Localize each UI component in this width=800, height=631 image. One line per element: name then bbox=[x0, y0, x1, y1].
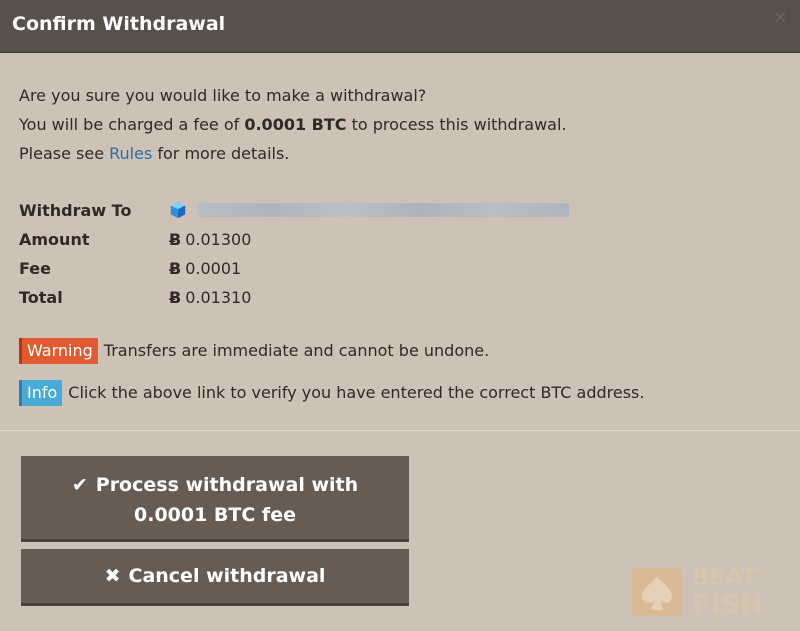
watermark-logo-icon bbox=[632, 568, 682, 616]
total-label: Total bbox=[19, 288, 63, 307]
total-value: 0.01310 bbox=[185, 288, 252, 307]
dialog-title: Confirm Withdrawal bbox=[12, 13, 226, 35]
watermark-the: THE bbox=[759, 567, 773, 575]
warning-alert: Warning Transfers are immediate and canno… bbox=[19, 338, 489, 364]
rules-link[interactable]: Rules bbox=[109, 144, 152, 163]
blue-cube-icon bbox=[170, 201, 186, 219]
amount-label: Amount bbox=[19, 230, 90, 249]
cancel-label: Cancel withdrawal bbox=[128, 565, 326, 587]
info-text: Click the above link to verify you have … bbox=[68, 383, 645, 402]
withdraw-to-value bbox=[169, 196, 569, 225]
fee-prefix: You will be charged a fee of bbox=[19, 115, 245, 134]
checkmark-icon: ✔ bbox=[71, 474, 88, 496]
intro-line-3: Please see Rules for more details. bbox=[19, 139, 567, 168]
warning-badge: Warning bbox=[19, 338, 98, 364]
bitcoin-icon: Ƀ bbox=[169, 230, 182, 249]
watermark-fish: FISH bbox=[692, 589, 763, 620]
dialog-header: Confirm Withdrawal × bbox=[0, 0, 800, 53]
spade-icon bbox=[642, 576, 672, 610]
intro-line-2: You will be charged a fee of 0.0001 BTC … bbox=[19, 110, 567, 139]
cancel-withdrawal-button[interactable]: ✖ Cancel withdrawal bbox=[21, 549, 409, 606]
withdraw-to-label: Withdraw To bbox=[19, 201, 132, 220]
fee-label: Fee bbox=[19, 259, 51, 278]
fee-value-wrap: Ƀ 0.0001 bbox=[169, 254, 241, 283]
watermark-beat: BEAT bbox=[692, 565, 757, 591]
info-badge: Info bbox=[19, 380, 63, 406]
intro-text: Are you sure you would like to make a wi… bbox=[19, 81, 567, 168]
blurred-btc-address[interactable] bbox=[197, 203, 569, 217]
beat-the-fish-watermark: BEAT THE FISH bbox=[632, 565, 782, 621]
total-value-wrap: Ƀ 0.01310 bbox=[169, 283, 251, 312]
process-label-1: Process withdrawal with bbox=[95, 474, 359, 496]
warning-text: Transfers are immediate and cannot be un… bbox=[103, 341, 490, 360]
amount-value-wrap: Ƀ 0.01300 bbox=[169, 225, 251, 254]
rules-prefix: Please see bbox=[19, 144, 110, 163]
bitcoin-icon: Ƀ bbox=[169, 259, 182, 278]
close-icon[interactable]: × bbox=[773, 7, 788, 28]
bitcoin-icon: Ƀ bbox=[169, 288, 182, 307]
fee-amount: 0.0001 BTC bbox=[244, 115, 347, 134]
fee-suffix: to process this withdrawal. bbox=[346, 115, 567, 134]
dialog-footer: ✔ Process withdrawal with 0.0001 BTC fee … bbox=[0, 431, 800, 631]
info-alert: Info Click the above link to verify you h… bbox=[19, 380, 644, 406]
process-line-1: ✔ Process withdrawal with bbox=[21, 470, 409, 500]
rules-suffix: for more details. bbox=[152, 144, 290, 163]
dialog-body: Are you sure you would like to make a wi… bbox=[0, 53, 800, 430]
x-icon: ✖ bbox=[104, 565, 121, 587]
process-label-2: 0.0001 BTC fee bbox=[134, 504, 296, 526]
process-withdrawal-button[interactable]: ✔ Process withdrawal with 0.0001 BTC fee bbox=[21, 456, 409, 542]
amount-value: 0.01300 bbox=[185, 230, 252, 249]
fee-value: 0.0001 bbox=[185, 259, 242, 278]
intro-line-1: Are you sure you would like to make a wi… bbox=[19, 86, 427, 105]
